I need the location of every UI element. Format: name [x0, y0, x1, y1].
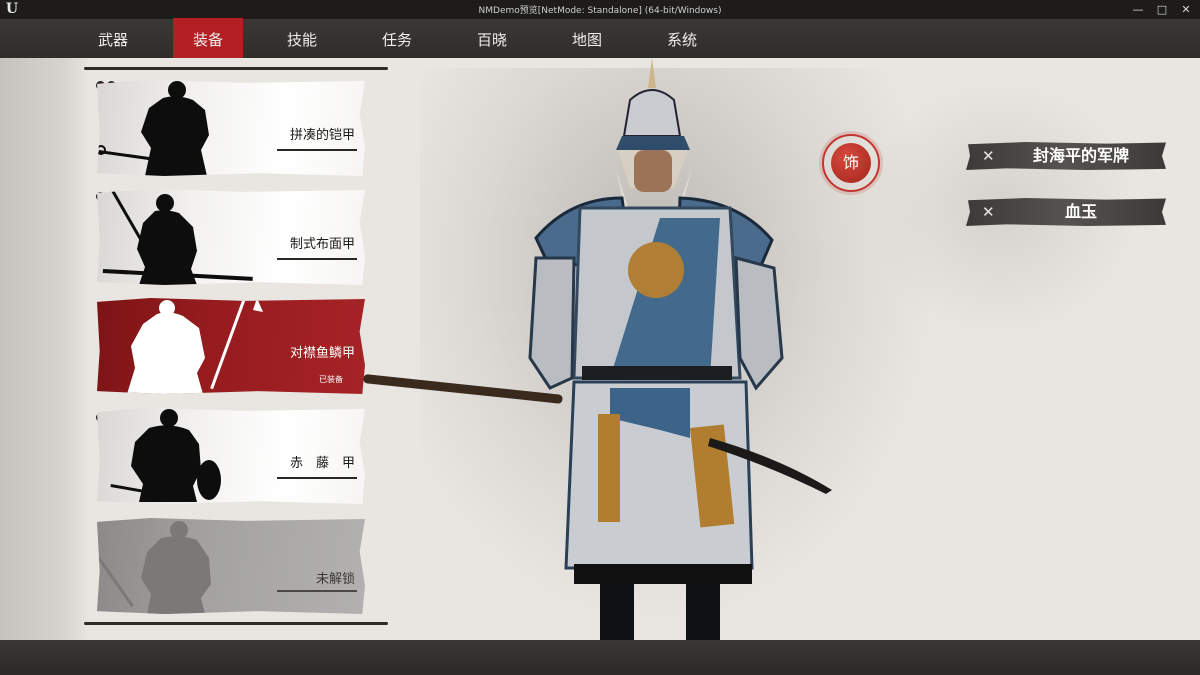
minimize-button[interactable]: — [1130, 2, 1146, 17]
equipment-screen: 拼凑的铠甲 制式布面甲 对襟鱼鳞甲 已装备 赤 藤 甲 未解锁 饰 ✕ 封海平的… [0, 58, 1200, 640]
accessory-badge-label: 饰 [831, 143, 871, 183]
armor-name: 拼凑的铠甲 [289, 128, 355, 143]
tab-equipment[interactable]: 装备 [173, 18, 243, 60]
armor-card-brigandine[interactable]: 制式布面甲 [97, 189, 365, 285]
name-underline [277, 477, 357, 479]
accessory-slot-1[interactable]: ✕ 封海平的军牌 [966, 142, 1166, 170]
armor-card-locked[interactable]: 未解锁 [97, 518, 365, 614]
window-title: NMDemo预览[NetMode: Standalone] (64-bit/Wi… [478, 6, 722, 16]
tab-encyclopedia[interactable]: 百晓 [457, 20, 527, 60]
armor-card-patchwork[interactable]: 拼凑的铠甲 [97, 80, 365, 176]
accessory-slot-badge[interactable]: 饰 [822, 134, 880, 192]
armor-card-fish-scale[interactable]: 对襟鱼鳞甲 已装备 [97, 298, 365, 394]
accessory-name: 封海平的军牌 [1032, 146, 1129, 165]
close-button[interactable]: ✕ [1178, 2, 1194, 17]
armor-card-rattan[interactable]: 赤 藤 甲 [97, 408, 365, 504]
bottom-bar [0, 640, 1200, 675]
armor-name: 赤 藤 甲 [289, 456, 355, 471]
remove-accessory-icon[interactable]: ✕ [982, 146, 995, 166]
tab-system[interactable]: 系统 [647, 20, 717, 60]
name-underline [277, 590, 357, 592]
left-backdrop [0, 58, 90, 640]
name-underline [277, 258, 357, 260]
tab-map[interactable]: 地图 [552, 20, 622, 60]
equipped-status: 已装备 [319, 375, 343, 384]
accessory-name: 血玉 [1064, 202, 1097, 221]
locked-warrior-silhouette-icon [97, 521, 211, 614]
tab-quests[interactable]: 任务 [362, 20, 432, 60]
armor-name: 对襟鱼鳞甲 [289, 346, 355, 361]
armor-name: 制式布面甲 [289, 237, 355, 252]
tab-skills[interactable]: 技能 [267, 20, 337, 60]
armor-name: 未解锁 [315, 572, 355, 587]
tab-weapons[interactable]: 武器 [78, 20, 148, 60]
list-top-divider [84, 67, 388, 70]
remove-accessory-icon[interactable]: ✕ [982, 202, 995, 222]
name-underline [277, 149, 357, 151]
maximize-button[interactable]: □ [1154, 2, 1170, 17]
character-model [363, 58, 832, 640]
list-bottom-divider [84, 622, 388, 625]
accessory-slot-2[interactable]: ✕ 血玉 [966, 198, 1166, 226]
window-controls: — □ ✕ [1130, 2, 1194, 17]
window-title-bar: U NMDemo预览[NetMode: Standalone] (64-bit/… [0, 0, 1200, 20]
top-navigation: 武器 装备 技能 任务 百晓 地图 系统 [0, 18, 1200, 60]
